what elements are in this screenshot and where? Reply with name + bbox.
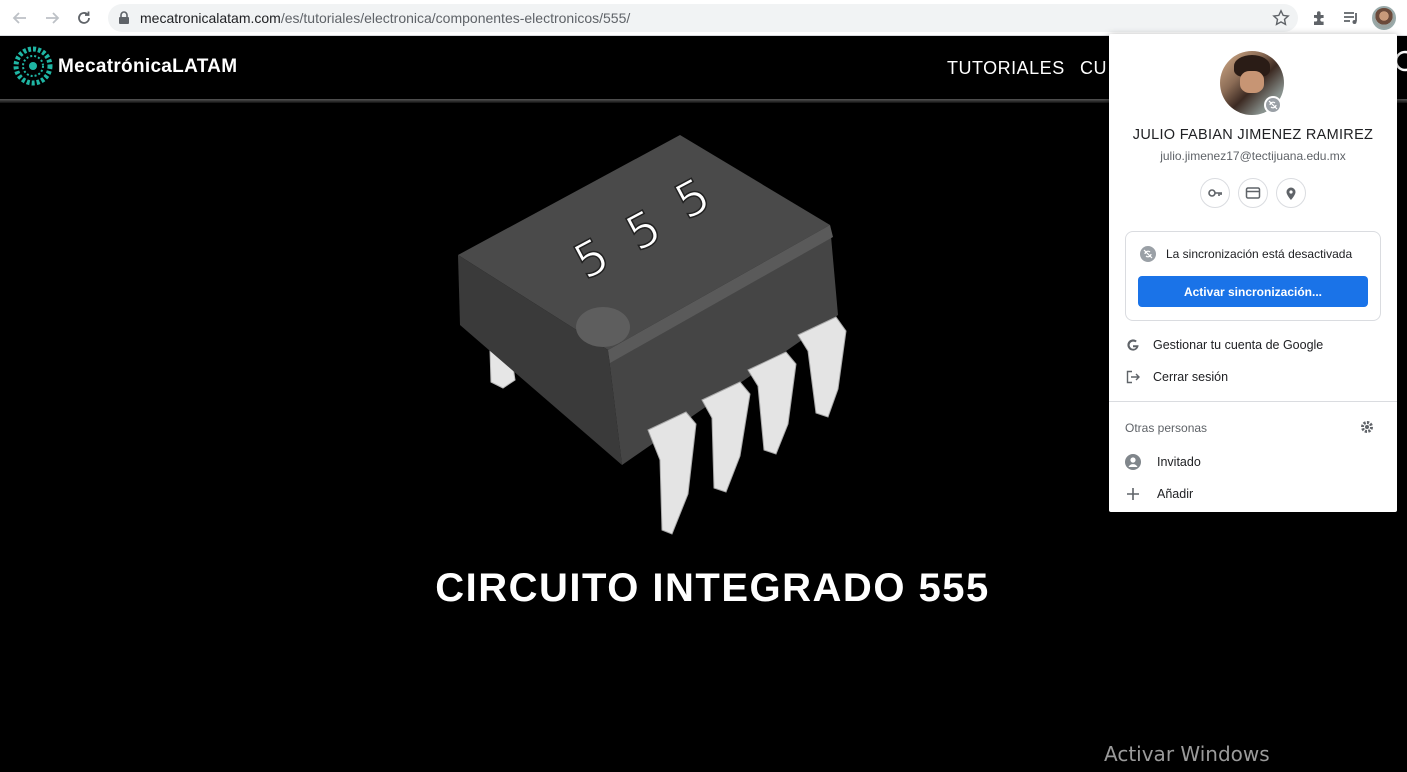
turn-on-sync-button[interactable]: Activar sincronización... — [1138, 276, 1368, 307]
url-host: mecatronicalatam.com — [140, 10, 281, 26]
manage-account-label: Gestionar tu cuenta de Google — [1153, 338, 1324, 352]
profile-menu: JULIO FABIAN JIMENEZ RAMIREZ julio.jimen… — [1109, 34, 1397, 512]
passwords-button[interactable] — [1200, 178, 1230, 208]
person-icon — [1125, 454, 1141, 470]
location-pin-icon — [1286, 187, 1296, 200]
url-path: /es/tutoriales/electronica/componentes-e… — [280, 10, 631, 26]
forward-arrow-icon — [46, 12, 60, 24]
site-logo-text[interactable]: MecatrónicaLATAM — [58, 56, 237, 78]
extensions-button[interactable] — [1308, 6, 1332, 30]
guest-label: Invitado — [1157, 455, 1201, 469]
profile-email: julio.jimenez17@tectijuana.edu.mx — [1160, 149, 1346, 163]
plus-icon — [1125, 486, 1141, 502]
google-g-icon — [1125, 337, 1141, 353]
puzzle-icon — [1314, 11, 1324, 25]
manage-google-account-item[interactable]: Gestionar tu cuenta de Google — [1109, 331, 1397, 359]
back-button[interactable] — [8, 6, 32, 30]
media-controls-button[interactable] — [1339, 6, 1363, 30]
add-label: Añadir — [1157, 487, 1194, 501]
addresses-button[interactable] — [1276, 178, 1306, 208]
address-bar[interactable]: mecatronicalatam.com/es/tutoriales/elect… — [108, 4, 1298, 32]
profile-avatar-button[interactable] — [1372, 6, 1396, 30]
other-people-heading: Otras personas — [1125, 421, 1208, 435]
sync-disabled-icon — [1266, 98, 1280, 112]
nav-cursos[interactable]: CU — [1080, 58, 1107, 79]
nav-tutoriales[interactable]: TUTORIALES — [947, 58, 1065, 79]
url-text: mecatronicalatam.com/es/tutoriales/elect… — [140, 10, 630, 26]
menu-divider — [1109, 401, 1397, 402]
credit-card-icon — [1245, 187, 1261, 199]
profile-name: JULIO FABIAN JIMENEZ RAMIREZ — [1132, 127, 1374, 143]
sync-status-text: La sincronización está desactivada — [1166, 247, 1353, 261]
gear-logo-icon[interactable] — [10, 43, 56, 89]
key-icon — [1208, 189, 1222, 197]
pin1-marker — [576, 307, 630, 347]
back-arrow-icon — [12, 12, 26, 24]
browser-window: mecatronicalatam.com/es/tutoriales/elect… — [0, 0, 1407, 772]
reload-icon — [78, 11, 90, 24]
bookmark-star-icon[interactable] — [1272, 9, 1290, 27]
guest-profile-item[interactable]: Invitado — [1109, 448, 1397, 476]
page-hero-title: CIRCUITO INTEGRADO 555 — [435, 566, 990, 610]
playlist-icon — [1344, 12, 1357, 24]
payment-methods-button[interactable] — [1238, 178, 1268, 208]
lock-icon — [119, 11, 129, 24]
sync-off-badge — [1264, 96, 1282, 114]
browser-toolbar: mecatronicalatam.com/es/tutoriales/elect… — [0, 0, 1407, 36]
windows-activation-watermark: Activar Windows — [1104, 742, 1270, 766]
sync-card: La sincronización está desactivada Activ… — [1125, 231, 1381, 321]
sign-out-icon — [1125, 369, 1141, 385]
sign-out-label: Cerrar sesión — [1153, 370, 1229, 384]
add-profile-item[interactable]: Añadir — [1109, 480, 1397, 508]
sync-paused-icon — [1140, 246, 1156, 262]
forward-button[interactable] — [40, 6, 64, 30]
gear-icon[interactable] — [1359, 419, 1375, 435]
reload-button[interactable] — [72, 6, 96, 30]
sign-out-item[interactable]: Cerrar sesión — [1109, 363, 1397, 391]
ic-555-illustration: 5 5 5 — [458, 135, 847, 535]
